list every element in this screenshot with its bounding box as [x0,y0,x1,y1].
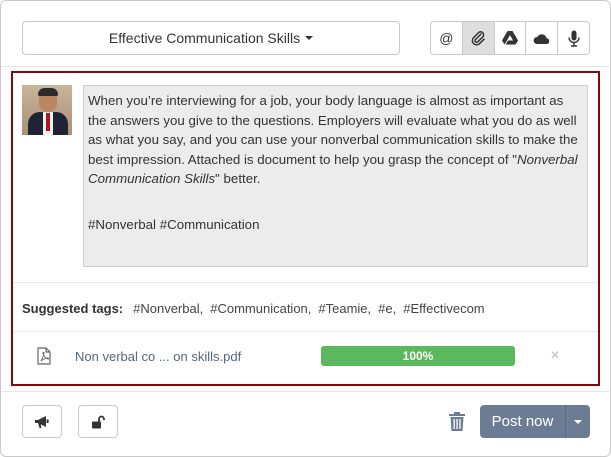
header-divider [1,66,611,67]
chevron-down-icon [305,36,314,40]
suggested-tag[interactable]: #Teamie, [318,301,371,316]
discard-button[interactable] [447,409,467,433]
trash-icon [449,411,465,431]
google-drive-button[interactable] [494,22,527,54]
footer-divider [1,391,611,392]
suggested-tag[interactable]: #Effectivecom [403,301,484,316]
microphone-icon [567,30,580,47]
post-options-dropdown[interactable] [566,405,590,438]
post-body: When you’re interviewing for a job, your… [88,93,578,186]
topic-select-label: Effective Communication Skills [108,30,301,46]
attach-file-button[interactable] [462,22,495,54]
upload-progress-fill: 100% [321,346,515,366]
onedrive-button[interactable] [526,22,559,54]
unlock-icon [92,415,105,428]
attachment-file-link[interactable]: Non verbal co ... on skills.pdf [75,349,241,364]
suggested-tag[interactable]: #Nonverbal, [133,301,203,316]
suggested-tag[interactable]: #Communication, [210,301,311,316]
at-icon: @ [439,30,454,46]
divider [13,331,598,332]
suggested-tags: Suggested tags: #Nonverbal, #Communicati… [22,299,492,317]
paperclip-icon [471,31,485,46]
post-editor-panel: When you’re interviewing for a job, your… [11,71,600,386]
divider [13,282,598,283]
post-hashtags: #Nonverbal #Communication [88,216,260,232]
avatar [22,85,72,135]
topic-select[interactable]: Effective Communication Skills [22,21,400,55]
cloud-icon [533,33,550,44]
post-composer-dialog: Effective Communication Skills @ When yo… [0,0,611,457]
pdf-file-icon [37,347,51,365]
suggested-tag[interactable]: #e, [378,301,396,316]
remove-attachment-button[interactable]: × [548,346,562,366]
megaphone-icon [35,415,49,428]
audio-button[interactable] [558,22,589,54]
suggested-tags-label: Suggested tags: [22,300,124,316]
attachment-toolbar: @ [430,21,590,55]
chevron-down-icon [574,419,582,424]
attachment-row: Non verbal co ... on skills.pdf 100% × [13,341,598,371]
google-drive-icon [501,31,518,45]
post-now-button-group: Post now [480,405,590,438]
mention-button[interactable]: @ [431,22,463,54]
post-text-area[interactable]: When you’re interviewing for a job, your… [83,85,588,267]
announcement-button[interactable] [22,405,62,438]
privacy-toggle-button[interactable] [78,405,118,438]
upload-progress-bar: 100% [321,346,515,366]
post-now-button[interactable]: Post now [480,405,566,438]
